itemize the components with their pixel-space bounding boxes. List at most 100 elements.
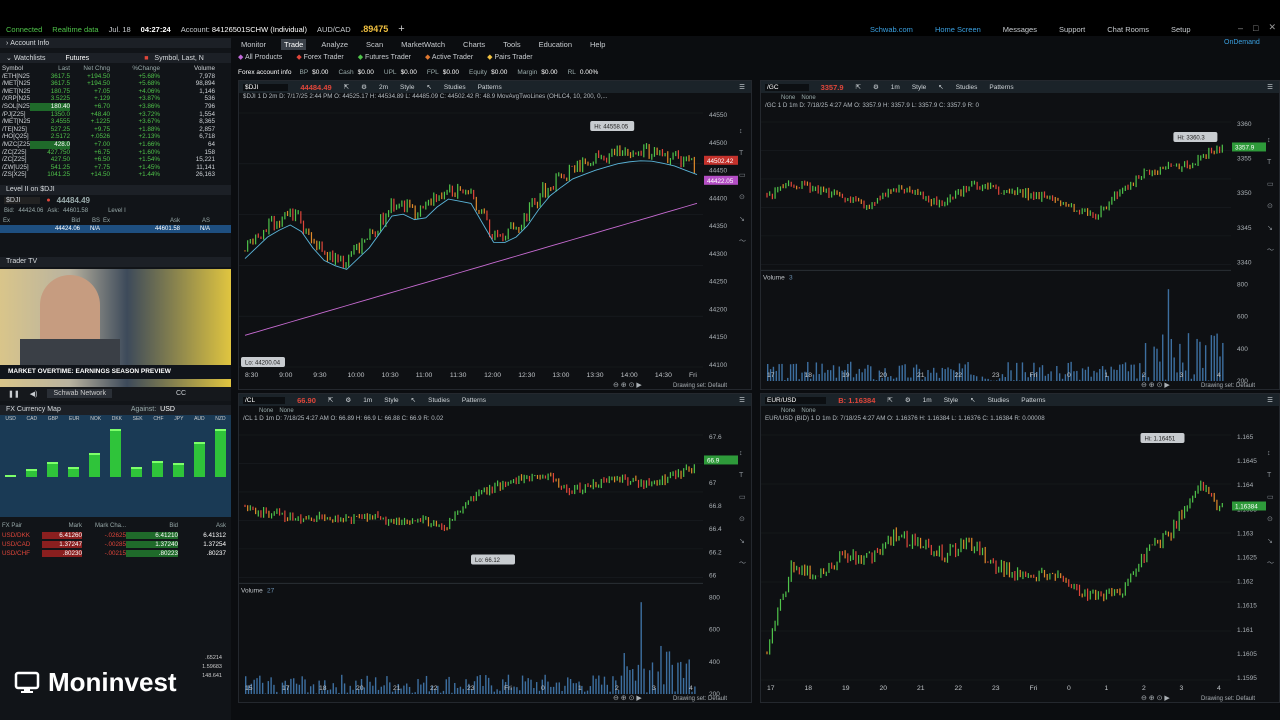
drawing-tool-icon[interactable]: ⊙ <box>1267 203 1273 210</box>
timeframe-selector[interactable]: 1m <box>891 84 900 91</box>
patterns-menu[interactable]: Patterns <box>1021 397 1045 404</box>
cursor-icon[interactable]: ↖ <box>411 396 416 404</box>
ondemand-button[interactable]: OnDemand <box>1224 39 1260 46</box>
menu-help[interactable]: Help <box>587 39 608 50</box>
studies-menu[interactable]: Studies <box>988 397 1010 404</box>
table-row[interactable]: /ZC[Z25] 427.750 +6.75 +1.60% 158 <box>0 149 231 157</box>
fx-row[interactable]: USD/DKK 6.41260 -.02625 6.41210 6.41312 <box>0 531 231 540</box>
table-row[interactable]: /ZS[X25] 1041.25 +14.50 +1.44% 26,163 <box>0 171 231 179</box>
fx-bar[interactable] <box>173 462 184 477</box>
chart-menu-icon[interactable]: ☰ <box>739 83 745 91</box>
menu-tools[interactable]: Tools <box>500 39 524 50</box>
table-row[interactable]: /SOL[N25] 180.40 +6.70 +3.86% 796 <box>0 102 231 111</box>
fx-row[interactable]: USD/CAD 1.37247 -.00285 1.37240 1.37254 <box>0 540 231 549</box>
trader-tv-video[interactable]: MARKET OVERTIME: EARNINGS SEASON PREVIEW <box>0 268 231 387</box>
chart-symbol-input[interactable]: /GC <box>765 83 809 91</box>
studies-menu[interactable]: Studies <box>956 84 978 91</box>
home-screen-link[interactable]: Home Screen <box>935 25 981 34</box>
col-netchg[interactable]: Net Chng <box>70 65 110 73</box>
submenu-forex-trader[interactable]: ◆ Forex Trader <box>296 53 343 61</box>
table-row[interactable]: /MET[N25] 3617.5 +194.50 +5.68% 98,894 <box>0 80 231 88</box>
settings-icon[interactable]: ⚙ <box>905 396 911 404</box>
studies-menu[interactable]: Studies <box>444 84 466 91</box>
table-row[interactable]: /ZC[Z25] 427.50 +6.50 +1.54% 15,221 <box>0 156 231 164</box>
drawing-tool-icon[interactable]: T <box>1267 472 1272 479</box>
drawing-tool-icon[interactable]: ↕ <box>1267 450 1271 457</box>
chart-menu-icon[interactable]: ☰ <box>1267 396 1273 404</box>
menu-scan[interactable]: Scan <box>363 39 386 50</box>
settings-icon[interactable]: ⚙ <box>345 396 351 404</box>
close-icon[interactable]: ✕ <box>1268 22 1276 33</box>
watchlist-selector[interactable]: Futures <box>65 55 89 62</box>
fx-col[interactable]: Bid <box>126 523 178 529</box>
col-pctchg[interactable]: %Change <box>110 65 160 73</box>
chart-symbol-input[interactable]: /CL <box>243 396 286 404</box>
zoom-controls-icon[interactable]: ⊖ ⊕ ⊙ ▶ <box>1141 382 1170 389</box>
col-volume[interactable]: Volume <box>160 65 218 73</box>
price-chart-svg[interactable]: 33603355335033453340Hi: 3360.33357.9Volu… <box>761 112 1279 389</box>
drawing-tool-icon[interactable]: ▭ <box>739 172 746 179</box>
timeframe-selector[interactable]: 1m <box>363 397 372 404</box>
fx-bar[interactable] <box>68 466 79 477</box>
share-icon[interactable]: ⇱ <box>887 396 892 404</box>
drawing-tool-icon[interactable]: T <box>739 472 744 479</box>
drawing-tool-icon[interactable]: ↘ <box>739 538 745 545</box>
zoom-controls-icon[interactable]: ⊖ ⊕ ⊙ ▶ <box>1141 695 1170 702</box>
volume-icon[interactable]: ◀) <box>30 390 38 398</box>
against-selector[interactable]: USD <box>160 406 175 413</box>
menu-education[interactable]: Education <box>536 39 575 50</box>
maximize-icon[interactable]: □ <box>1253 23 1258 33</box>
menu-analyze[interactable]: Analyze <box>318 39 351 50</box>
share-icon[interactable]: ⇱ <box>344 83 349 91</box>
table-row[interactable]: /XRP[N25] 3.5225 +.129 +3.87% 536 <box>0 95 231 103</box>
cursor-icon[interactable]: ↖ <box>426 83 431 91</box>
drawing-tool-icon[interactable]: ↕ <box>739 128 743 135</box>
drawing-tool-icon[interactable]: ⊙ <box>739 516 745 523</box>
fx-col[interactable]: Ask <box>178 523 226 529</box>
patterns-menu[interactable]: Patterns <box>989 84 1013 91</box>
drawing-tool-icon[interactable]: ▭ <box>1267 494 1274 501</box>
fx-bar[interactable] <box>215 429 226 477</box>
timeframe-selector[interactable]: 1m <box>923 397 932 404</box>
chat-rooms-link[interactable]: Chat Rooms <box>1107 25 1149 34</box>
drawing-tool-icon[interactable]: ↕ <box>1267 137 1271 144</box>
minimize-icon[interactable]: – <box>1238 23 1243 33</box>
study-toggle[interactable]: None <box>801 408 815 414</box>
drawing-tool-icon[interactable]: T <box>739 150 744 157</box>
drawing-set-label[interactable]: Drawing set: Default <box>1201 383 1255 389</box>
patterns-menu[interactable]: Patterns <box>462 397 486 404</box>
chart-symbol-input[interactable]: $DJI <box>243 83 289 91</box>
setup-link[interactable]: Setup <box>1171 25 1191 34</box>
drawing-tool-icon[interactable]: 〜 <box>739 238 746 245</box>
messages-link[interactable]: Messages <box>1003 25 1037 34</box>
settings-icon[interactable]: ⚙ <box>361 83 367 91</box>
col-last[interactable]: Last <box>30 65 70 73</box>
settings-icon[interactable]: ⚙ <box>873 83 879 91</box>
fx-bar[interactable] <box>5 474 16 477</box>
table-row[interactable]: /MZC[Z25] 428.0 +7.00 +1.66% 64 <box>0 140 231 149</box>
style-menu[interactable]: Style <box>912 84 926 91</box>
zoom-controls-icon[interactable]: ⊖ ⊕ ⊙ ▶ <box>613 382 642 389</box>
price-chart-svg[interactable]: 67.667.46766.866.466.266Lo: 66.1266.9Vol… <box>239 425 751 702</box>
fx-bar[interactable] <box>89 452 100 477</box>
timeframe-selector[interactable]: 2m <box>379 84 388 91</box>
submenu-pairs-trader[interactable]: ◆ Pairs Trader <box>487 53 532 61</box>
drawing-tool-icon[interactable]: ↘ <box>1267 225 1273 232</box>
study-toggle[interactable]: None <box>279 408 293 414</box>
studies-menu[interactable]: Studies <box>428 397 450 404</box>
fx-col[interactable]: Mark <box>42 523 82 529</box>
symbol-search[interactable]: Symbol, Last, N <box>154 55 203 62</box>
flag-icon[interactable]: ■ <box>144 55 148 62</box>
drawing-tool-icon[interactable]: ↘ <box>1267 538 1273 545</box>
drawing-tool-icon[interactable]: ▭ <box>739 494 746 501</box>
price-chart-svg[interactable]: 44550 44500 44450 44400 44350 44300 44250 44200… <box>239 103 751 389</box>
table-row[interactable]: /TE[N25] 527.25 +9.75 +1.88% 2,857 <box>0 126 231 134</box>
drawing-tool-icon[interactable]: 〜 <box>739 560 746 567</box>
fx-row[interactable]: USD/CHF .80230 -.00215.80223 .80237 <box>0 549 231 558</box>
fx-bar[interactable] <box>194 441 205 477</box>
zoom-controls-icon[interactable]: ⊖ ⊕ ⊙ ▶ <box>613 695 642 702</box>
col-symbol[interactable]: Symbol <box>0 65 30 73</box>
menu-marketwatch[interactable]: MarketWatch <box>398 39 448 50</box>
ticker-pair[interactable]: AUD/CAD <box>317 25 351 34</box>
drawing-set-label[interactable]: Drawing set: Default <box>673 383 727 389</box>
